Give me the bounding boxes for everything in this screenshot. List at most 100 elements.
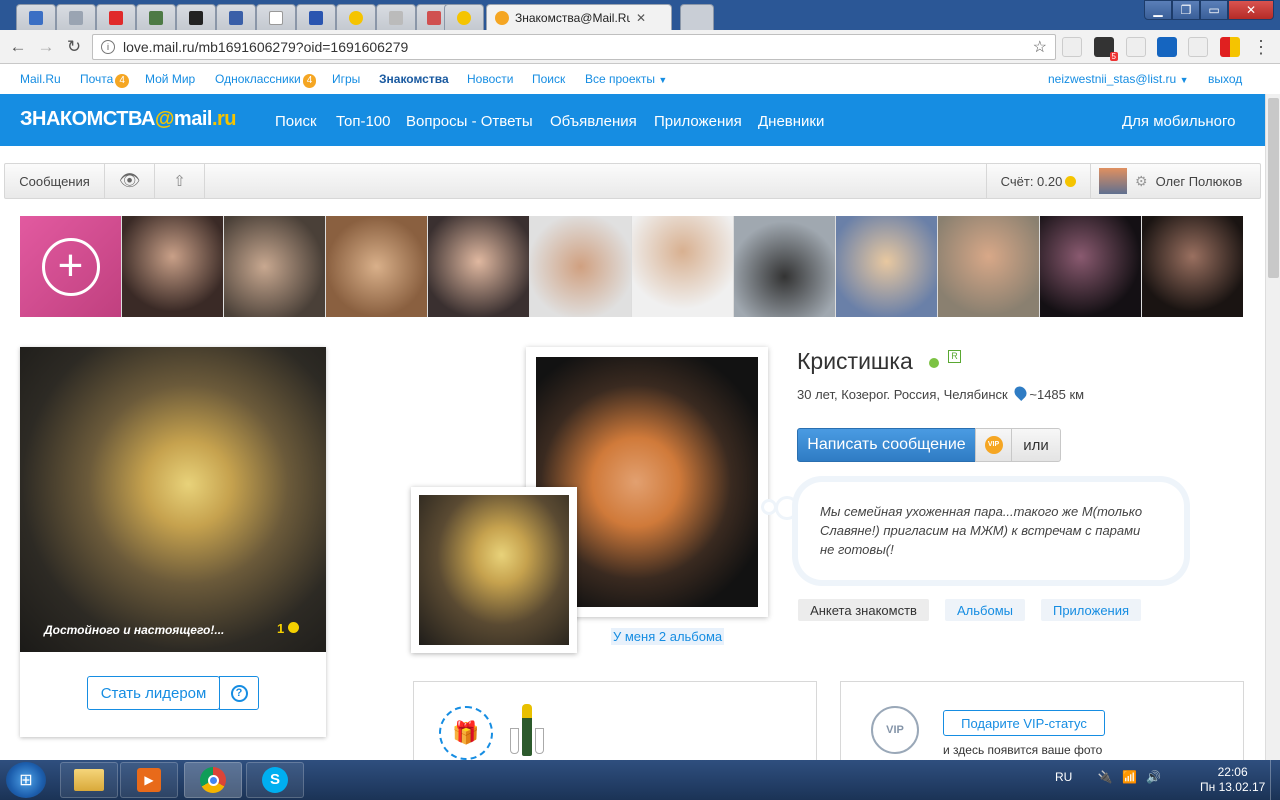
volume-icon[interactable]: 🔊 (1146, 770, 1161, 784)
leader-photo[interactable] (224, 216, 325, 317)
search-extension-icon[interactable] (1188, 37, 1208, 57)
browser-tab[interactable] (256, 4, 296, 30)
language-indicator[interactable]: RU (1055, 770, 1072, 784)
logout-link[interactable]: выход (1208, 72, 1242, 86)
gift-icon[interactable]: 🎁 (439, 706, 493, 760)
portal-link-mailru[interactable]: Mail.Ru (20, 72, 61, 86)
portal-link-my-world[interactable]: Мой Мир (145, 72, 195, 86)
restore-icon[interactable]: ❐ (1172, 0, 1200, 20)
portal-link-search[interactable]: Поиск (532, 72, 565, 86)
portal-link-news[interactable]: Новости (467, 72, 513, 86)
extension-icon[interactable]: 5 (1094, 37, 1118, 61)
messages-button[interactable]: Сообщения (5, 164, 105, 198)
minimize-icon[interactable]: ▁ (1144, 0, 1172, 20)
show-desktop-button[interactable] (1270, 760, 1280, 800)
balance-button[interactable]: Счёт: 0.20 (986, 164, 1091, 198)
tab-albums[interactable]: Альбомы (945, 599, 1025, 621)
browser-tab[interactable] (176, 4, 216, 30)
leader-photo[interactable] (836, 216, 937, 317)
champagne-icon[interactable] (510, 704, 546, 760)
maximize-icon[interactable]: ▭ (1200, 0, 1228, 20)
url-input[interactable] (123, 39, 983, 55)
page-scrollbar[interactable] (1265, 94, 1280, 760)
nav-ads[interactable]: Объявления (550, 113, 637, 130)
albums-link[interactable]: У меня 2 альбома (611, 628, 725, 645)
vip-message-button[interactable]: VIP (975, 428, 1012, 462)
leader-photo[interactable] (326, 216, 427, 317)
portal-link-ok[interactable]: Одноклассники 4 (215, 72, 317, 88)
bookmark-star-icon[interactable]: ☆ (1033, 37, 1047, 57)
browser-tab[interactable] (216, 4, 256, 30)
leader-photo[interactable] (632, 216, 733, 317)
new-tab-button[interactable] (680, 4, 714, 30)
give-vip-button[interactable]: Подарите VIP-статус (943, 710, 1105, 736)
or-button[interactable]: или (1011, 428, 1061, 462)
skype-icon: S (262, 767, 288, 793)
portal-link-mail[interactable]: Почта 4 (80, 72, 129, 88)
skype-taskbar-button[interactable]: S (246, 762, 304, 798)
portal-link-all-projects[interactable]: Все проекты ▼ (585, 72, 667, 86)
leader-help-button[interactable]: ? (219, 676, 259, 710)
browser-tab[interactable] (444, 4, 484, 30)
browser-tab[interactable] (336, 4, 376, 30)
browser-tab[interactable] (136, 4, 176, 30)
media-player-taskbar-button[interactable]: ▶ (120, 762, 178, 798)
leader-photo[interactable] (428, 216, 529, 317)
browser-tab[interactable] (296, 4, 336, 30)
browser-tab[interactable] (56, 4, 96, 30)
nav-top-100[interactable]: Топ-100 (336, 113, 390, 130)
coin-icon (1065, 175, 1077, 187)
clock-time: 22:06 (1217, 765, 1248, 779)
leader-photo[interactable] (530, 216, 631, 317)
portal-link-dating[interactable]: Знакомства (379, 72, 449, 86)
search-extension-icon[interactable] (1062, 37, 1082, 57)
home-icon[interactable] (1126, 37, 1146, 57)
start-button[interactable]: ⊞ (6, 762, 46, 798)
raise-profile-button[interactable]: ⇧ (155, 164, 205, 198)
nav-search[interactable]: Поиск (275, 113, 317, 130)
leader-photo[interactable] (1142, 216, 1243, 317)
tab-dating-profile[interactable]: Анкета знакомств (798, 599, 929, 621)
reload-icon[interactable]: ↻ (64, 37, 84, 57)
question-icon: ? (230, 684, 248, 702)
leader-photo[interactable] (1040, 216, 1141, 317)
address-bar[interactable]: i ☆ (92, 34, 1056, 60)
browser-tab[interactable] (96, 4, 136, 30)
menu-icon[interactable]: ⋮ (1252, 37, 1270, 57)
portal-link-games[interactable]: Игры (332, 72, 360, 86)
nav-diaries[interactable]: Дневники (758, 113, 824, 130)
add-photo-button[interactable]: + (20, 216, 121, 317)
secondary-profile-photo[interactable] (419, 495, 569, 645)
browser-tab[interactable] (376, 4, 416, 30)
user-email-link[interactable]: neizwestnii_stas@list.ru ▼ (1048, 72, 1189, 86)
write-message-button[interactable]: Написать сообщение (797, 428, 976, 462)
tab-apps[interactable]: Приложения (1041, 599, 1141, 621)
power-icon[interactable]: 🔌 (1098, 770, 1113, 784)
forward-icon[interactable]: → (36, 37, 56, 57)
explorer-taskbar-button[interactable] (60, 762, 118, 798)
network-icon[interactable]: 📶 (1122, 770, 1137, 784)
leader-photo[interactable] (734, 216, 835, 317)
nav-questions-answers[interactable]: Вопросы - Ответы (406, 113, 533, 130)
close-window-icon[interactable]: ✕ (1228, 0, 1274, 20)
site-header: ЗНАКОМСТВА@mail.ru Поиск Топ-100 Вопросы… (0, 94, 1265, 146)
current-user[interactable]: ⚙ Олег Полюков (1095, 164, 1260, 198)
site-logo[interactable]: ЗНАКОМСТВА@mail.ru (20, 108, 237, 131)
guests-button[interactable]: 👁 (105, 164, 155, 198)
leader-card-photo[interactable] (20, 347, 326, 652)
browser-tab[interactable] (16, 4, 56, 30)
chrome-taskbar-button[interactable] (184, 762, 242, 798)
clock[interactable]: 22:06 Пн 13.02.17 (1200, 765, 1265, 795)
nav-mobile[interactable]: Для мобильного (1122, 113, 1236, 130)
nav-apps[interactable]: Приложения (654, 113, 742, 130)
leader-photo[interactable] (938, 216, 1039, 317)
leader-photo[interactable] (122, 216, 223, 317)
close-tab-icon[interactable]: ✕ (636, 11, 646, 25)
flag-icon[interactable] (1220, 37, 1240, 57)
info-icon[interactable]: i (101, 40, 115, 54)
back-icon[interactable]: ← (8, 37, 28, 57)
cart-icon[interactable] (1157, 37, 1177, 57)
become-leader-button[interactable]: Стать лидером (87, 676, 220, 710)
scrollbar-thumb[interactable] (1268, 98, 1279, 278)
browser-tab-active[interactable]: Знакомства@Mail.Ru — ✕ (486, 4, 672, 30)
